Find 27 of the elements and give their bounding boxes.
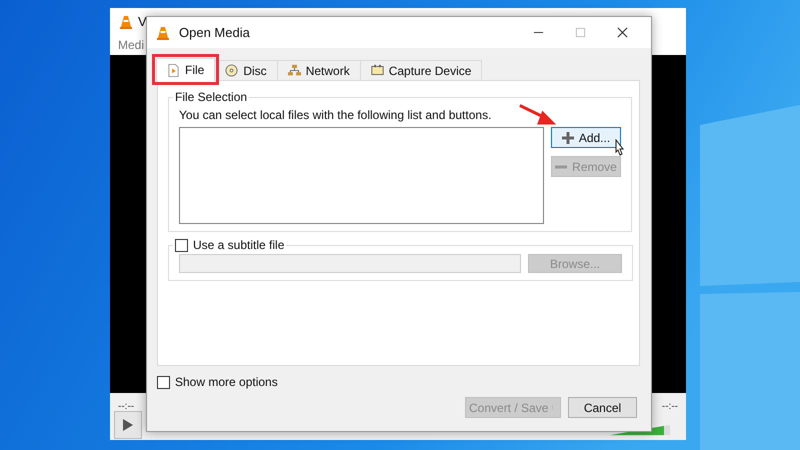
capture-card-icon	[370, 64, 384, 77]
list-button[interactable]: Add...	[551, 127, 621, 148]
window-title: V	[138, 14, 147, 29]
dialog-title: Open Media	[179, 25, 250, 40]
file-list[interactable]	[179, 127, 544, 224]
elapsed-time: --:--	[118, 401, 134, 412]
traffic-cone-icon	[155, 24, 171, 40]
group-title: File Selection	[174, 90, 248, 104]
checkbox[interactable]	[157, 376, 170, 388]
subtitle-path-field[interactable]	[179, 254, 521, 273]
mouse-cursor-icon	[613, 139, 625, 157]
dialog-button[interactable]: Cancel	[568, 397, 637, 418]
checkbox-label: Show more options	[175, 375, 278, 389]
file-icon	[167, 64, 180, 76]
play-icon	[123, 418, 133, 432]
disc-icon	[225, 64, 238, 77]
hint-text: You can select local files with the following list and buttons.	[179, 108, 492, 122]
play-button[interactable]	[114, 411, 142, 439]
menu-item[interactable]: Medi	[118, 38, 144, 52]
network-icon	[288, 64, 301, 77]
total-time: --:--	[662, 401, 678, 412]
checkbox-label: Use a subtitle file	[193, 238, 284, 252]
plus-icon	[562, 132, 574, 144]
checkbox[interactable]	[175, 238, 188, 252]
tab[interactable]: Capture Device	[360, 60, 482, 80]
traffic-cone-icon	[118, 14, 134, 30]
close-icon[interactable]	[617, 27, 628, 38]
